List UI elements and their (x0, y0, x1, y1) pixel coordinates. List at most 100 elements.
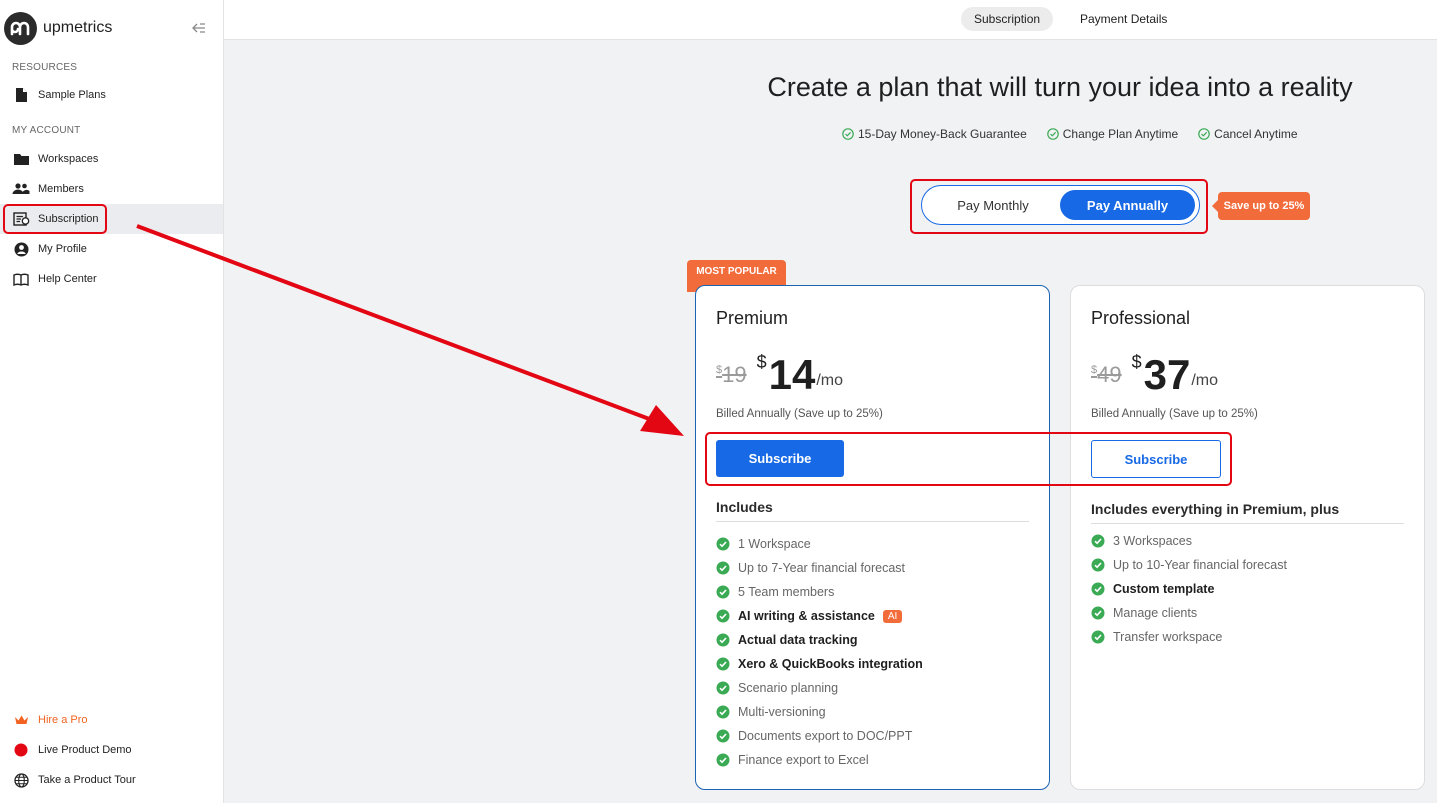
book-icon (12, 270, 30, 288)
sidebar: upmetrics RESOURCES Sample Plans MY ACCO… (0, 0, 224, 803)
sidebar-item-hire-a-pro[interactable]: Hire a Pro (0, 705, 223, 735)
sidebar-item-label: Workspaces (38, 153, 99, 165)
check-icon (716, 609, 730, 623)
feature-item: Up to 10-Year financial forecast (1091, 553, 1287, 577)
feature-text: Actual data tracking (738, 633, 858, 647)
guarantee-item: Change Plan Anytime (1046, 127, 1179, 141)
check-icon (1091, 558, 1105, 572)
feature-item: AI writing & assistance AI (716, 604, 923, 628)
billing-note: Billed Annually (Save up to 25%) (716, 408, 883, 420)
price-period: /mo (1191, 372, 1219, 389)
guarantee-text: 15-Day Money-Back Guarantee (858, 127, 1027, 141)
feature-item: 3 Workspaces (1091, 529, 1287, 553)
feature-text: Manage clients (1113, 606, 1198, 620)
price-row: $19 $ 14 /mo (716, 346, 843, 396)
feature-item: Actual data tracking (716, 628, 923, 652)
feature-text: Documents export to DOC/PPT (738, 729, 913, 743)
section-label-resources: RESOURCES (12, 62, 78, 73)
sidebar-item-label: Members (38, 183, 84, 195)
feature-item: Custom template (1091, 577, 1287, 601)
check-icon (716, 657, 730, 671)
live-dot-icon (12, 741, 30, 759)
feature-text: 3 Workspaces (1113, 534, 1192, 548)
sidebar-item-workspaces[interactable]: Workspaces (0, 144, 223, 174)
includes-title: Includes (716, 499, 1029, 522)
check-icon (1091, 582, 1105, 596)
currency-symbol: $ (1131, 352, 1142, 372)
feature-item: 5 Team members (716, 580, 923, 604)
check-icon (1091, 606, 1105, 620)
page-headline: Create a plan that will turn your idea i… (767, 72, 1353, 102)
plan-name: Premium (716, 308, 789, 328)
check-icon (716, 561, 730, 575)
price-row: $49 $ 37 /mo (1091, 346, 1218, 396)
brand[interactable]: upmetrics (4, 10, 112, 46)
sidebar-item-members[interactable]: Members (0, 174, 223, 204)
includes-title: Includes everything in Premium, plus (1091, 501, 1404, 524)
sidebar-item-label: Live Product Demo (38, 744, 132, 756)
check-circle-icon (842, 128, 854, 140)
old-price: $19 (716, 362, 747, 388)
current-price: 14 (768, 351, 816, 398)
sidebar-item-label: Take a Product Tour (38, 774, 136, 786)
guarantee-text: Cancel Anytime (1214, 127, 1298, 141)
check-icon (1091, 630, 1105, 644)
check-icon (1091, 534, 1105, 548)
top-bar: Subscription Payment Details (224, 0, 1437, 40)
check-icon (716, 705, 730, 719)
feature-item: Xero & QuickBooks integration (716, 652, 923, 676)
tab-subscription[interactable]: Subscription (961, 7, 1054, 31)
sidebar-item-label: Help Center (38, 273, 97, 285)
old-price: $49 (1091, 362, 1122, 388)
feature-item: Scenario planning (716, 676, 923, 700)
feature-text: Up to 7-Year financial forecast (738, 561, 905, 575)
check-icon (716, 633, 730, 647)
sidebar-item-label: Hire a Pro (38, 714, 88, 726)
crown-icon (12, 711, 30, 729)
sidebar-item-label: My Profile (38, 243, 87, 255)
document-icon (12, 86, 30, 104)
tab-payment-details[interactable]: Payment Details (1067, 7, 1180, 31)
collapse-sidebar-icon[interactable] (191, 20, 207, 36)
sidebar-item-live-product-demo[interactable]: Live Product Demo (0, 735, 223, 765)
folder-icon (12, 150, 30, 168)
sidebar-item-sample-plans[interactable]: Sample Plans (0, 80, 223, 110)
feature-item: Transfer workspace (1091, 625, 1287, 649)
feature-text: 5 Team members (738, 585, 835, 599)
old-currency: $ (1091, 364, 1098, 376)
check-icon (716, 585, 730, 599)
annotation-highlight-subscription (3, 204, 107, 234)
plan-card-premium: Premium $19 $ 14 /mo Billed Annually (Sa… (695, 285, 1050, 790)
feature-text: AI writing & assistance (738, 609, 875, 623)
feature-item: Finance export to Excel (716, 748, 923, 772)
feature-item: Manage clients (1091, 601, 1287, 625)
section-label-my-account: MY ACCOUNT (12, 125, 81, 136)
brand-name: upmetrics (43, 19, 113, 36)
check-circle-icon (1198, 128, 1210, 140)
sidebar-item-product-tour[interactable]: Take a Product Tour (0, 765, 223, 795)
feature-list: 1 Workspace Up to 7-Year financial foreca… (716, 532, 923, 772)
check-icon (716, 729, 730, 743)
feature-item: Up to 7-Year financial forecast (716, 556, 923, 580)
sidebar-item-label: Sample Plans (38, 89, 106, 101)
feature-text: Up to 10-Year financial forecast (1113, 558, 1287, 572)
feature-item: Documents export to DOC/PPT (716, 724, 923, 748)
sidebar-item-help-center[interactable]: Help Center (0, 264, 223, 294)
check-icon (716, 681, 730, 695)
user-icon (12, 240, 30, 258)
feature-text: Transfer workspace (1113, 630, 1223, 644)
feature-text: 1 Workspace (738, 537, 811, 551)
feature-text: Multi-versioning (738, 705, 826, 719)
guarantee-text: Change Plan Anytime (1062, 127, 1179, 141)
guarantee-item: 15-Day Money-Back Guarantee (842, 127, 1027, 141)
feature-text: Xero & QuickBooks integration (738, 657, 923, 671)
feature-text: Scenario planning (738, 681, 839, 695)
globe-icon (12, 771, 30, 789)
currency-symbol: $ (756, 352, 767, 372)
old-price-value: 49 (1097, 362, 1122, 387)
check-circle-icon (1046, 128, 1059, 140)
sidebar-item-my-profile[interactable]: My Profile (0, 234, 223, 264)
upmetrics-logo-icon (4, 11, 37, 45)
current-price: 37 (1143, 351, 1191, 398)
old-currency: $ (716, 364, 723, 376)
